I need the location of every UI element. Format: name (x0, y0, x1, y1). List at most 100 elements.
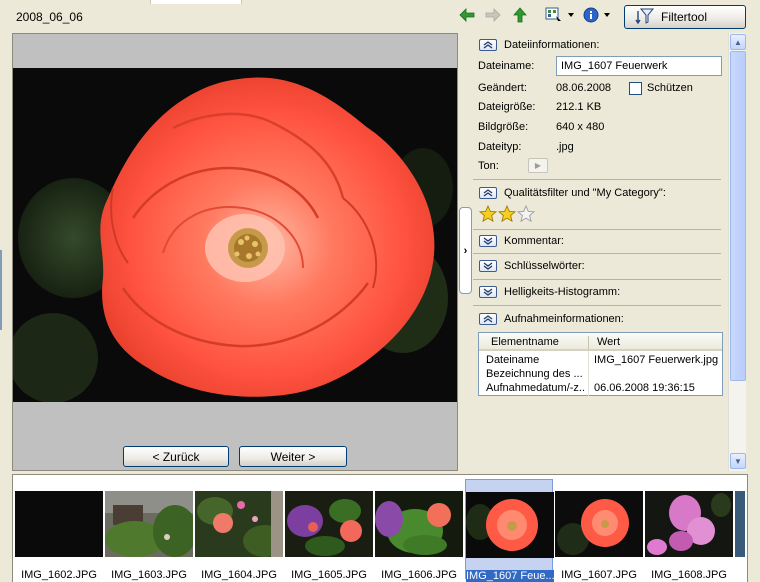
collapse-up-icon[interactable] (479, 313, 497, 325)
chevron-right-icon: › (463, 244, 468, 257)
keywords-title: Schlüsselwörter: (504, 260, 585, 272)
imagesize-label: Bildgröße: (478, 121, 529, 133)
folder-title: 2008_06_06 (16, 10, 83, 24)
chevron-down-icon: ▼ (734, 456, 742, 466)
filmstrip-thumbnail[interactable]: IMG_1607 Feue... (465, 479, 554, 582)
thumbnail-image (735, 491, 745, 557)
back-button[interactable]: < Zurück (123, 446, 229, 467)
play-icon: ▶ (534, 161, 542, 170)
thumbnail-image (375, 491, 463, 557)
comment-title: Kommentar: (504, 235, 564, 247)
comment-section-header[interactable]: Kommentar: (479, 235, 564, 247)
divider (473, 229, 721, 230)
table-row[interactable]: Aufnahmedatum/-z... 06.06.2008 19:36:15 (479, 382, 722, 396)
view-mode-icon[interactable] (545, 6, 563, 24)
modified-label: Geändert: (478, 82, 527, 94)
thumbnail-caption: IMG_1603.JPG (111, 569, 187, 581)
filmstrip-thumbnail[interactable]: IMG_1603.JPG (105, 479, 193, 581)
filmstrip-thumbnail[interactable]: IMG_1606.JPG (375, 479, 463, 581)
thumbnail-image (285, 491, 373, 557)
info-icon[interactable] (582, 6, 600, 24)
filesize-value: 212.1 KB (556, 101, 602, 113)
thumbnail-caption: IMG_1608.JPG (651, 569, 727, 581)
filesize-label: Dateigröße: (478, 101, 536, 113)
scroll-up-button[interactable]: ▲ (730, 34, 746, 50)
exif-cell-value: IMG_1607 Feuerwerk.jpg (594, 354, 719, 366)
exif-cell-name: Aufnahmedatum/-z... (486, 382, 586, 394)
panel-toggle-button[interactable]: › (459, 207, 472, 294)
protect-checkbox[interactable] (629, 82, 642, 95)
divider (473, 253, 721, 254)
histogram-title: Helligkeits-Histogramm: (504, 286, 621, 298)
thumbnail-image (195, 491, 283, 557)
expand-down-icon[interactable] (479, 260, 497, 272)
column-header-value[interactable]: Wert (597, 336, 620, 348)
play-sound-button[interactable]: ▶ (528, 158, 548, 173)
view-mode-dropdown-icon[interactable] (568, 12, 574, 18)
chevron-up-icon: ▲ (734, 37, 742, 47)
filter-tool-label: Filtertool (661, 10, 708, 24)
divider (473, 179, 721, 180)
filename-input[interactable] (556, 56, 722, 76)
filter-tool-button[interactable]: Filtertool (624, 5, 746, 29)
table-row[interactable]: Dateiname IMG_1607 Feuerwerk.jpg (479, 354, 722, 368)
file-info-title: Dateiinformationen: (504, 39, 600, 51)
filmstrip-next-thumbnail-partial[interactable] (735, 479, 745, 579)
filetype-label: Dateityp: (478, 141, 522, 153)
next-button[interactable]: Weiter > (239, 446, 347, 467)
top-toolbar: 2008_06_06 Filtertool (0, 0, 760, 33)
exif-table-header: Elementname Wert (479, 333, 722, 351)
scroll-thumb[interactable] (730, 51, 746, 381)
exif-cell-value: 06.06.2008 19:36:15 (594, 382, 695, 394)
divider (473, 305, 721, 306)
filmstrip-thumbnail[interactable]: IMG_1604.JPG (195, 479, 283, 581)
image-viewer: < Zurück Weiter > (12, 33, 458, 471)
filmstrip-thumbnail[interactable]: IMG_1608.JPG (645, 479, 733, 581)
table-row[interactable]: Bezeichnung des ... (479, 368, 722, 382)
scroll-down-button[interactable]: ▼ (730, 453, 746, 469)
divider (473, 279, 721, 280)
filter-icon (635, 7, 655, 28)
exif-cell-name: Bezeichnung des ... (486, 368, 583, 380)
exif-section-header[interactable]: Aufnahmeinformationen: (479, 313, 624, 325)
thumbnail-caption: IMG_1606.JPG (381, 569, 457, 581)
collapse-up-icon[interactable] (479, 187, 497, 199)
modified-value: 08.06.2008 (556, 82, 612, 94)
rating-stars[interactable] (479, 205, 535, 223)
preview-image (13, 68, 457, 402)
column-header-name[interactable]: Elementname (491, 336, 559, 348)
histogram-section-header[interactable]: Helligkeits-Histogramm: (479, 286, 620, 298)
thumbnail-caption: IMG_1605.JPG (291, 569, 367, 581)
star-empty-icon[interactable] (517, 205, 535, 223)
exif-cell-name: Dateiname (486, 354, 540, 366)
keywords-section-header[interactable]: Schlüsselwörter: (479, 260, 585, 272)
expand-down-icon[interactable] (479, 286, 497, 298)
protect-label[interactable]: Schützen (647, 82, 693, 94)
expand-down-icon[interactable] (479, 235, 497, 247)
thumbnail-image (466, 492, 554, 558)
up-arrow-icon[interactable] (511, 6, 529, 24)
star-filled-icon[interactable] (479, 205, 497, 223)
exif-title: Aufnahmeinformationen: (504, 313, 624, 325)
quality-section-header[interactable]: Qualitätsfilter und "My Category": (479, 187, 666, 199)
panel-scrollbar[interactable]: ▲ ▼ (728, 33, 746, 471)
collapse-up-icon[interactable] (479, 39, 497, 51)
tab-strip-edge (150, 0, 242, 4)
info-dropdown-icon[interactable] (604, 12, 610, 18)
forward-arrow-icon[interactable] (484, 6, 502, 24)
thumbnail-image (645, 491, 733, 557)
thumbnail-caption: IMG_1602.JPG (21, 569, 97, 581)
filmstrip-thumbnail[interactable]: IMG_1607.JPG (555, 479, 643, 581)
thumbnail-caption: IMG_1604.JPG (201, 569, 277, 581)
column-divider[interactable] (588, 336, 589, 350)
filmstrip-thumbnail[interactable]: IMG_1602.JPG (15, 479, 103, 581)
sound-label: Ton: (478, 160, 499, 172)
exif-table: Elementname Wert Dateiname IMG_1607 Feue… (478, 332, 723, 396)
star-filled-icon[interactable] (498, 205, 516, 223)
imagesize-value: 640 x 480 (556, 121, 605, 133)
back-arrow-icon[interactable] (458, 6, 476, 24)
filmstrip-thumbnail[interactable]: IMG_1605.JPG (285, 479, 373, 581)
filename-label: Dateiname: (478, 60, 535, 72)
thumbnail-image (15, 491, 103, 557)
file-info-section-header[interactable]: Dateiinformationen: (479, 39, 599, 51)
